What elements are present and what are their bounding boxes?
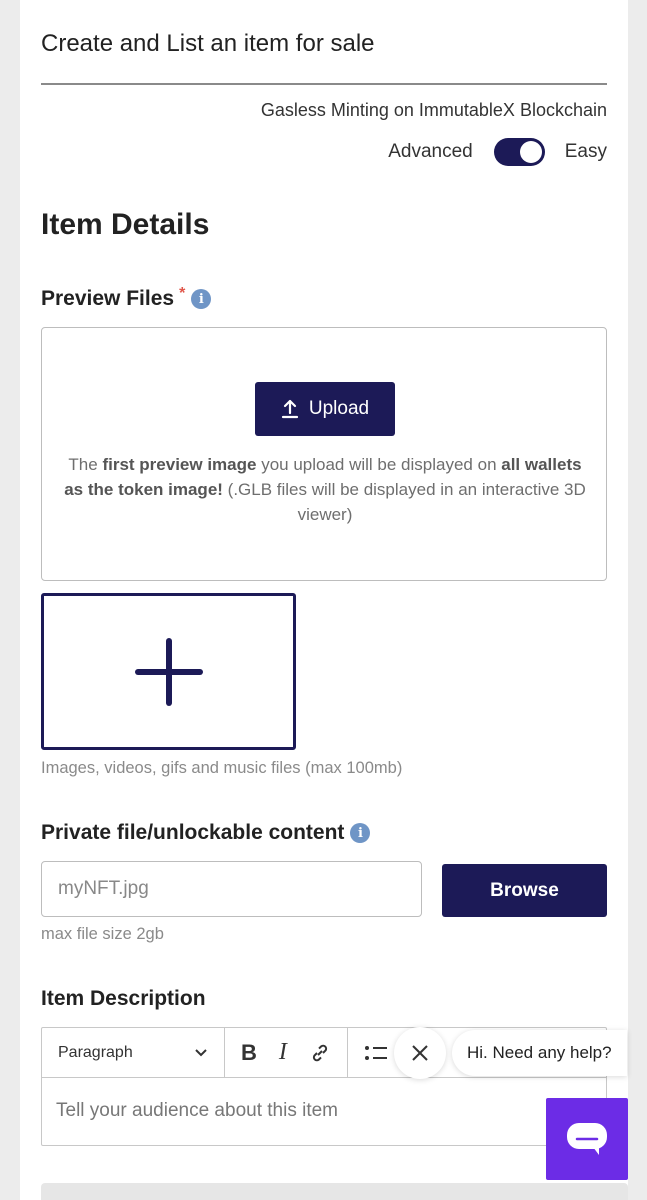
chat-close-button[interactable] <box>394 1027 446 1079</box>
page-title: Create and List an item for sale <box>41 30 375 57</box>
private-file-placeholder: myNFT.jpg <box>58 878 149 899</box>
bulleted-list-icon[interactable] <box>364 1043 388 1063</box>
private-file-hint: max file size 2gb <box>41 925 164 943</box>
item-details-heading: Item Details <box>41 208 210 241</box>
format-buttons: B I <box>225 1028 348 1077</box>
italic-icon[interactable]: I <box>279 1039 287 1066</box>
info-icon[interactable]: i <box>191 289 212 309</box>
plus-icon <box>134 637 203 706</box>
description-placeholder: Tell your audience about this item <box>56 1100 338 1121</box>
mode-easy-label: Easy <box>564 141 607 162</box>
preview-files-label: Preview Files * i <box>41 285 212 311</box>
close-icon <box>412 1045 428 1061</box>
upload-button-label: Upload <box>308 398 370 419</box>
add-preview-tile[interactable] <box>41 593 296 750</box>
chat-greeting-text: Hi. Need any help? <box>467 1043 612 1062</box>
toggle-knob <box>519 141 542 163</box>
chat-greeting-bubble[interactable]: Hi. Need any help? <box>452 1030 627 1076</box>
private-file-label: Private file/unlockable content i <box>41 821 371 845</box>
next-section-bar <box>41 1183 628 1200</box>
paragraph-select[interactable]: Paragraph <box>42 1028 225 1077</box>
mode-advanced-label: Advanced <box>388 141 473 162</box>
preview-files-hint: Images, videos, gifs and music files (ma… <box>41 759 403 777</box>
private-file-input[interactable]: myNFT.jpg <box>41 861 422 917</box>
mode-toggle[interactable] <box>493 138 545 166</box>
item-description-label: Item Description <box>41 987 206 1011</box>
bold-icon[interactable]: B <box>241 1040 257 1066</box>
upload-dropzone[interactable]: Upload The first preview image you uploa… <box>41 327 607 581</box>
gasless-minting-note: Gasless Minting on ImmutableX Blockchain <box>260 100 607 120</box>
paragraph-select-value: Paragraph <box>58 1043 133 1061</box>
upload-button[interactable]: Upload <box>255 382 395 436</box>
title-divider <box>41 83 607 85</box>
chat-launcher-button[interactable] <box>546 1098 628 1180</box>
required-asterisk: * <box>179 285 186 302</box>
private-file-label-text: Private file/unlockable content <box>41 821 345 844</box>
browse-button[interactable]: Browse <box>442 864 607 917</box>
chat-icon <box>567 1123 607 1155</box>
upload-arrow-icon <box>281 399 298 419</box>
link-icon[interactable] <box>309 1042 331 1064</box>
mode-switch-row: Advanced Easy <box>388 138 607 166</box>
listing-form-card: Create and List an item for sale Gasless… <box>20 0 628 1200</box>
item-description-label-text: Item Description <box>41 987 206 1010</box>
info-icon[interactable]: i <box>350 823 371 843</box>
upload-help-text: The first preview image you upload will … <box>64 455 586 524</box>
preview-files-label-text: Preview Files <box>41 287 175 310</box>
chevron-down-icon <box>195 1048 207 1056</box>
